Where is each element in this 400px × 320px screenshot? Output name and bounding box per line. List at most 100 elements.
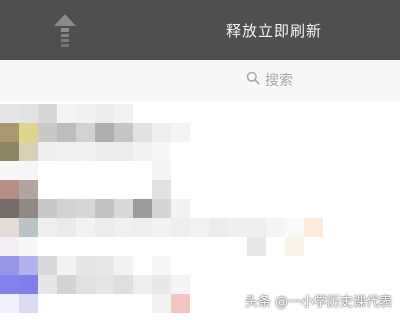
mosaic-cell	[95, 104, 114, 123]
mosaic-cell	[266, 237, 285, 256]
mosaic-cell	[266, 218, 285, 237]
mosaic-cell	[285, 199, 304, 218]
mosaic-cell	[380, 218, 399, 237]
mosaic-cell	[76, 218, 95, 237]
mosaic-cell	[57, 218, 76, 237]
mosaic-cell	[114, 237, 133, 256]
mosaic-cell	[323, 218, 342, 237]
mosaic-cell	[114, 180, 133, 199]
mosaic-cell	[209, 275, 228, 294]
mosaic-cell	[76, 123, 95, 142]
mosaic-cell	[380, 142, 399, 161]
mosaic-cell	[38, 142, 57, 161]
mosaic-cell	[380, 161, 399, 180]
mosaic-cell	[361, 104, 380, 123]
mosaic-cell	[152, 123, 171, 142]
mosaic-cell	[19, 104, 38, 123]
mosaic-cell	[190, 218, 209, 237]
mosaic-cell	[95, 256, 114, 275]
mosaic-cell	[266, 256, 285, 275]
mosaic-cell	[361, 237, 380, 256]
mosaic-cell	[304, 237, 323, 256]
mosaic-cell	[304, 142, 323, 161]
mosaic-cell	[171, 237, 190, 256]
mosaic-cell	[133, 218, 152, 237]
mosaic-cell	[304, 161, 323, 180]
mosaic-cell	[114, 104, 133, 123]
mosaic-cell	[57, 256, 76, 275]
up-arrow-icon	[54, 14, 76, 47]
mosaic-cell	[342, 123, 361, 142]
mosaic-cell	[247, 161, 266, 180]
mosaic-cell	[342, 218, 361, 237]
mosaic-cell	[152, 161, 171, 180]
mosaic-cell	[38, 237, 57, 256]
mosaic-cell	[190, 294, 209, 313]
mosaic-cell	[152, 275, 171, 294]
mosaic-cell	[228, 180, 247, 199]
mosaic-cell	[19, 199, 38, 218]
mosaic-cell	[0, 275, 19, 294]
mosaic-cell	[76, 237, 95, 256]
mosaic-cell	[323, 256, 342, 275]
mosaic-cell	[247, 142, 266, 161]
mosaic-cell	[0, 199, 19, 218]
mosaic-cell	[209, 142, 228, 161]
mosaic-cell	[95, 180, 114, 199]
mosaic-cell	[228, 123, 247, 142]
mosaic-cell	[266, 199, 285, 218]
mosaic-cell	[171, 161, 190, 180]
mosaic-cell	[133, 104, 152, 123]
mosaic-cell	[323, 180, 342, 199]
mosaic-cell	[0, 123, 19, 142]
mosaic-cell	[76, 161, 95, 180]
mosaic-cell	[247, 218, 266, 237]
mosaic-cell	[190, 142, 209, 161]
mosaic-cell	[228, 142, 247, 161]
mosaic-cell	[133, 142, 152, 161]
mosaic-cell	[57, 199, 76, 218]
mosaic-cell	[19, 275, 38, 294]
mosaic-cell	[323, 104, 342, 123]
mosaic-cell	[247, 180, 266, 199]
mosaic-cell	[0, 104, 19, 123]
mosaic-cell	[190, 199, 209, 218]
mosaic-cell	[171, 123, 190, 142]
mosaic-cell	[19, 256, 38, 275]
mosaic-cell	[285, 180, 304, 199]
mosaic-cell	[171, 180, 190, 199]
mosaic-cell	[171, 275, 190, 294]
mosaic-cell	[152, 142, 171, 161]
mosaic-cell	[76, 199, 95, 218]
mosaic-cell	[76, 142, 95, 161]
mosaic-cell	[323, 199, 342, 218]
mosaic-cell	[209, 161, 228, 180]
mosaic-cell	[114, 199, 133, 218]
mosaic-cell	[361, 256, 380, 275]
mosaic-cell	[361, 123, 380, 142]
mosaic-cell	[247, 123, 266, 142]
mosaic-cell	[342, 104, 361, 123]
search-bar[interactable]	[0, 60, 400, 102]
mosaic-cell	[380, 123, 399, 142]
mosaic-cell	[38, 275, 57, 294]
mosaic-cell	[38, 123, 57, 142]
mosaic-cell	[133, 161, 152, 180]
mosaic-cell	[361, 218, 380, 237]
mosaic-cell	[209, 199, 228, 218]
mosaic-cell	[133, 294, 152, 313]
mosaic-cell	[380, 256, 399, 275]
mosaic-cell	[38, 294, 57, 313]
mosaic-cell	[171, 104, 190, 123]
mosaic-cell	[95, 275, 114, 294]
mosaic-cell	[285, 142, 304, 161]
mosaic-cell	[304, 199, 323, 218]
mosaic-cell	[190, 180, 209, 199]
mosaic-cell	[380, 237, 399, 256]
mosaic-cell	[285, 104, 304, 123]
mosaic-cell	[304, 256, 323, 275]
mosaic-cell	[114, 161, 133, 180]
mosaic-cell	[76, 275, 95, 294]
mosaic-cell	[209, 256, 228, 275]
refresh-status-text: 释放立即刷新	[226, 22, 323, 40]
